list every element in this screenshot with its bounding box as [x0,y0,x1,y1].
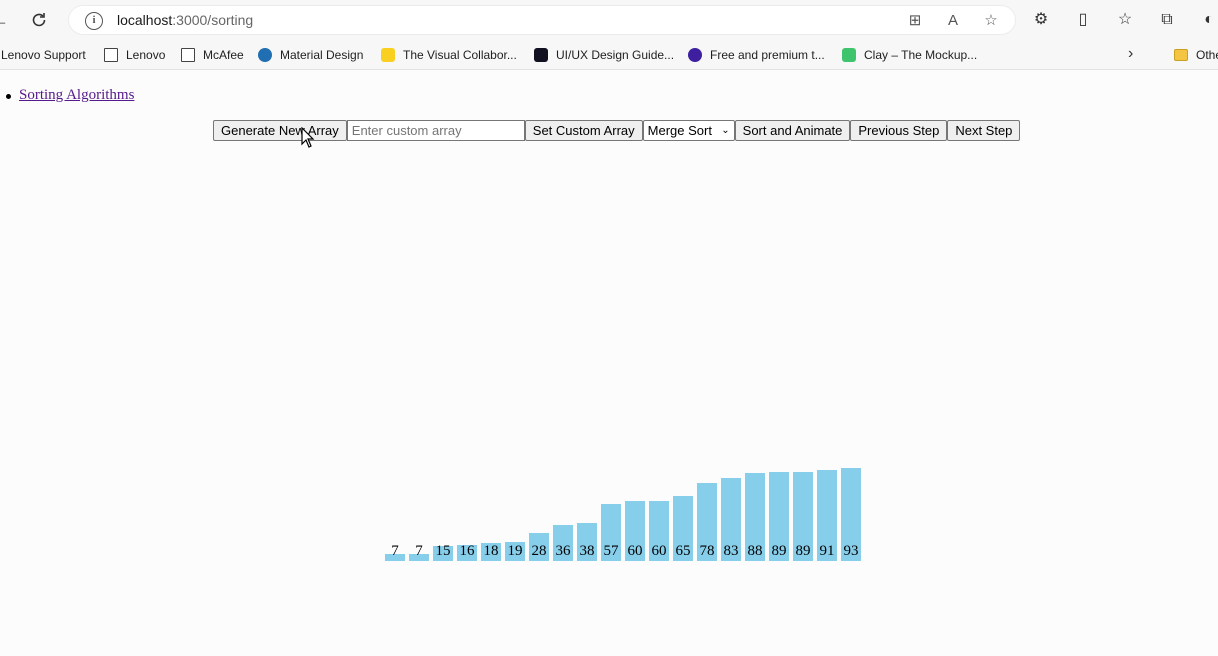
folder-icon [1174,49,1188,61]
bookmark-label: Material Design [280,48,364,62]
array-bar-value: 19 [507,543,523,559]
array-bar-value: 89 [771,543,787,559]
collections-icon[interactable]: ⧉ [1156,9,1178,31]
array-bar-value: 91 [819,543,835,559]
array-bar-value: 89 [795,543,811,559]
bookmarks-bar: Lenovo Support Lenovo McAfee Material De… [0,40,1218,70]
bookmark-uiux-design-guide[interactable]: UI/UX Design Guide... [534,46,674,64]
split-screen-icon[interactable]: ▯ [1072,9,1094,31]
chevron-down-icon: ⌄ [721,125,730,136]
array-bar-value: 93 [843,543,859,559]
array-bar-value: 38 [579,543,595,559]
array-bar-value: 16 [459,543,475,559]
site-info-icon[interactable]: i [85,12,103,30]
bookmark-label: Clay – The Mockup... [864,48,978,62]
bookmark-visual-collaboration[interactable]: The Visual Collabor... [381,46,517,64]
array-bar-value: 7 [391,543,399,559]
refresh-icon[interactable] [27,8,51,32]
mouse-cursor-icon [301,127,315,148]
array-bar-value: 88 [747,543,763,559]
page-icon [181,48,195,62]
miro-icon [381,48,395,62]
array-bar-value: 60 [627,543,643,559]
chevron-right-icon[interactable]: › [1128,45,1133,63]
clay-icon [842,48,856,62]
sorting-algorithms-link[interactable]: Sorting Algorithms [19,87,134,103]
sort-animate-button[interactable]: Sort and Animate [734,120,851,141]
free-premium-icon [688,48,702,62]
favorites-icon[interactable]: ☆ [1114,9,1136,31]
array-bar-value: 15 [435,543,451,559]
bookmark-lenovo-support[interactable]: Lenovo Support [1,46,86,64]
uiux-icon [534,48,548,62]
material-design-icon [258,48,272,62]
nav-list: Sorting Algorithms [0,87,134,104]
previous-step-button[interactable]: Previous Step [850,120,948,141]
nav-list-item: Sorting Algorithms [0,87,134,104]
array-bar-value: 65 [675,543,691,559]
array-bar-value: 60 [651,543,667,559]
url-text[interactable]: localhost:3000/sorting [117,12,253,28]
page-icon [104,48,118,62]
bookmark-lenovo[interactable]: Lenovo [104,46,165,64]
array-bar-value: 36 [555,543,571,559]
next-step-button[interactable]: Next Step [947,120,1021,141]
extensions-icon[interactable]: ⚙ [1030,9,1052,31]
bookmark-mcafee[interactable]: McAfee [181,46,244,64]
array-bar-value: 28 [531,543,547,559]
address-bar[interactable]: i localhost:3000/sorting ⊞ A ☆ [68,5,1016,35]
bookmark-label: UI/UX Design Guide... [556,48,675,62]
array-bar-value: 83 [723,543,739,559]
bookmark-label: Lenovo Support [1,48,86,62]
custom-array-input[interactable] [346,120,525,141]
controls-bar: Generate New Array Set Custom Array Merg… [213,120,1021,141]
read-aloud-icon[interactable]: A [943,11,963,31]
algorithm-select[interactable]: Merge Sort ⌄ [642,120,735,141]
array-bar-value: 7 [415,543,423,559]
array-bar-value: 18 [483,543,499,559]
bookmark-label: Lenovo [126,48,166,62]
back-icon[interactable]: ← [0,8,12,32]
favorite-star-icon[interactable]: ☆ [981,11,1001,31]
array-bar-value: 57 [603,543,619,559]
apps-icon[interactable]: ⊞ [905,11,925,31]
bookmark-free-premium[interactable]: Free and premium t... [688,46,825,64]
set-custom-array-button[interactable]: Set Custom Array [524,120,643,141]
algorithm-selected-value: Merge Sort [647,123,712,138]
generate-array-button[interactable]: Generate New Array [213,120,347,141]
browser-toolbar: ← i localhost:3000/sorting ⊞ A ☆ ⚙ ▯ ☆ ⧉… [0,0,1218,40]
bookmark-material-design[interactable]: Material Design [258,46,363,64]
page-content: Sorting Algorithms Generate New Array Se… [0,71,1218,656]
array-bar-chart: 7 7 15 16 18 19 28 36 38 57 60 60 65 78 83 88 89 89 91 93 [385,468,863,561]
array-bar-value: 78 [699,543,715,559]
bookmark-label: McAfee [203,48,244,62]
copilot-icon[interactable]: ◐ [1198,9,1218,31]
bookmark-label: Othe [1196,48,1218,62]
bookmark-label: The Visual Collabor... [403,48,517,62]
bookmark-other-favorites[interactable]: Othe [1174,46,1218,64]
bookmark-label: Free and premium t... [710,48,825,62]
bookmark-clay-mockup[interactable]: Clay – The Mockup... [842,46,977,64]
